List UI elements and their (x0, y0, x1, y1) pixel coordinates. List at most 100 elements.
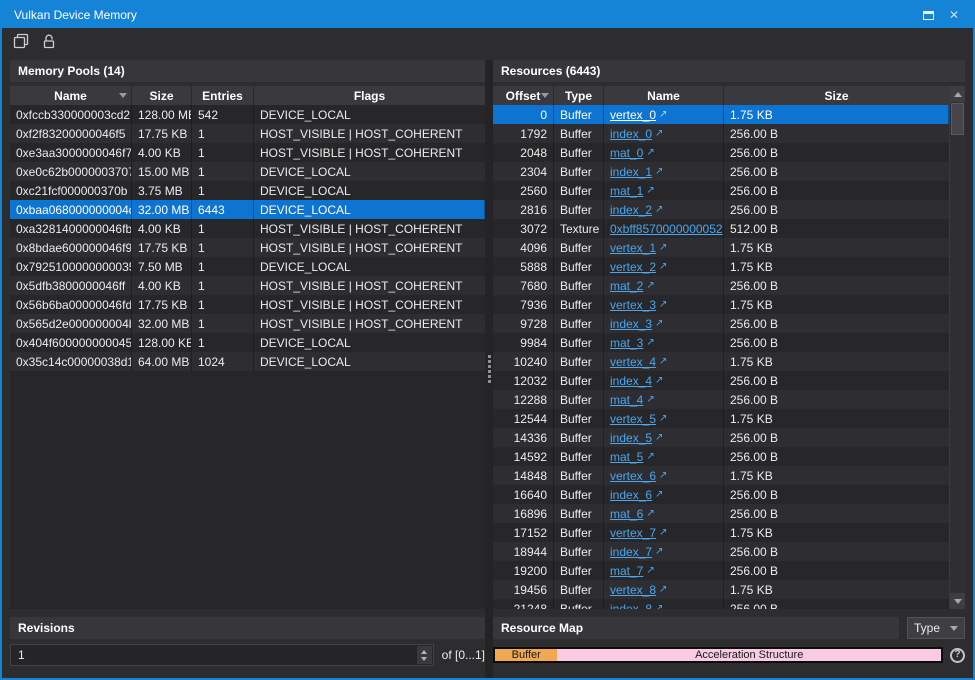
resource-link[interactable]: mat_5 (610, 450, 643, 464)
column-header-entries[interactable]: Entries (192, 86, 254, 105)
resource-link[interactable]: vertex_6 (610, 469, 656, 483)
resource-row[interactable]: 0Buffervertex_0↗1.75 KB (493, 105, 949, 124)
resource-row[interactable]: 9984Buffermat_3↗256.00 B (493, 333, 949, 352)
resource-map-segment[interactable]: Buffer (495, 649, 557, 661)
restore-window-button[interactable] (915, 5, 941, 25)
goto-resource-icon[interactable]: ↗ (655, 432, 663, 443)
resource-link[interactable]: index_2 (610, 203, 652, 217)
resource-map-segment[interactable]: Acceleration Structure (557, 649, 941, 661)
goto-resource-icon[interactable]: ↗ (655, 204, 663, 215)
memory-pool-row[interactable]: 0x79251000000000357.50 MB1DEVICE_LOCAL (10, 257, 485, 276)
column-header-name[interactable]: Name (10, 86, 132, 105)
resource-row[interactable]: 21248Bufferindex_8↗256.00 B (493, 599, 949, 609)
resource-row[interactable]: 5888Buffervertex_2↗1.75 KB (493, 257, 949, 276)
resource-link[interactable]: index_7 (610, 545, 652, 559)
goto-resource-icon[interactable]: ↗ (646, 565, 654, 576)
column-header-flags[interactable]: Flags (254, 86, 485, 105)
resource-link[interactable]: index_8 (610, 602, 652, 610)
panel-splitter[interactable] (485, 60, 493, 678)
resource-row[interactable]: 16640Bufferindex_6↗256.00 B (493, 485, 949, 504)
goto-resource-icon[interactable]: ↗ (646, 508, 654, 519)
goto-resource-icon[interactable]: ↗ (646, 280, 654, 291)
resource-row[interactable]: 2560Buffermat_1↗256.00 B (493, 181, 949, 200)
memory-pool-row[interactable]: 0xe3aa3000000046f74.00 KB1HOST_VISIBLE |… (10, 143, 485, 162)
goto-resource-icon[interactable]: ↗ (659, 299, 667, 310)
resource-link[interactable]: vertex_2 (610, 260, 656, 274)
resource-link[interactable]: mat_7 (610, 564, 643, 578)
revision-value[interactable]: 1 (12, 648, 417, 662)
resource-row[interactable]: 9728Bufferindex_3↗256.00 B (493, 314, 949, 333)
resource-row[interactable]: 14848Buffervertex_6↗1.75 KB (493, 466, 949, 485)
revision-spinbox[interactable]: 1 (10, 644, 434, 666)
goto-resource-icon[interactable]: ↗ (646, 451, 654, 462)
column-header-name[interactable]: Name (604, 86, 724, 105)
column-header-size[interactable]: Size (132, 86, 192, 105)
goto-resource-icon[interactable]: ↗ (655, 489, 663, 500)
memory-pool-row[interactable]: 0xc21fcf000000370b3.75 MB1DEVICE_LOCAL (10, 181, 485, 200)
resource-row[interactable]: 2304Bufferindex_1↗256.00 B (493, 162, 949, 181)
scrollbar-track[interactable] (950, 136, 965, 593)
goto-resource-icon[interactable]: ↗ (659, 261, 667, 272)
resource-link[interactable]: index_1 (610, 165, 652, 179)
title-bar[interactable]: Vulkan Device Memory ✕ (2, 2, 973, 28)
resource-link[interactable]: index_6 (610, 488, 652, 502)
resource-map-mode-dropdown[interactable]: Type (907, 617, 965, 639)
resource-map-bar[interactable]: BufferAcceleration Structure (493, 647, 943, 663)
resource-link[interactable]: mat_2 (610, 279, 643, 293)
resource-row[interactable]: 12032Bufferindex_4↗256.00 B (493, 371, 949, 390)
goto-resource-icon[interactable]: ↗ (659, 356, 667, 367)
resource-link[interactable]: mat_1 (610, 184, 643, 198)
resource-row[interactable]: 18944Bufferindex_7↗256.00 B (493, 542, 949, 561)
resource-row[interactable]: 19456Buffervertex_8↗1.75 KB (493, 580, 949, 599)
resource-link[interactable]: mat_4 (610, 393, 643, 407)
resource-row[interactable]: 2048Buffermat_0↗256.00 B (493, 143, 949, 162)
scroll-down-button[interactable] (950, 593, 965, 609)
memory-pool-row[interactable]: 0xa3281400000046fb4.00 KB1HOST_VISIBLE |… (10, 219, 485, 238)
resource-link[interactable]: vertex_1 (610, 241, 656, 255)
close-window-button[interactable]: ✕ (941, 5, 967, 25)
goto-resource-icon[interactable]: ↗ (646, 147, 654, 158)
goto-resource-icon[interactable]: ↗ (655, 128, 663, 139)
resource-link[interactable]: mat_0 (610, 146, 643, 160)
memory-pool-row[interactable]: 0xf2f83200000046f517.75 KB1HOST_VISIBLE … (10, 124, 485, 143)
goto-resource-icon[interactable]: ↗ (655, 603, 663, 609)
resource-row[interactable]: 17152Buffervertex_7↗1.75 KB (493, 523, 949, 542)
resource-link[interactable]: index_0 (610, 127, 652, 141)
vertical-scrollbar[interactable] (949, 86, 965, 609)
resource-link[interactable]: vertex_3 (610, 298, 656, 312)
resource-row[interactable]: 19200Buffermat_7↗256.00 B (493, 561, 949, 580)
memory-pool-row[interactable]: 0x404f600000000045128.00 KB1DEVICE_LOCAL (10, 333, 485, 352)
resource-link[interactable]: vertex_0 (610, 108, 656, 122)
resource-row[interactable]: 14336Bufferindex_5↗256.00 B (493, 428, 949, 447)
goto-resource-icon[interactable]: ↗ (655, 546, 663, 557)
goto-resource-icon[interactable]: ↗ (659, 242, 667, 253)
resource-row[interactable]: 2816Bufferindex_2↗256.00 B (493, 200, 949, 219)
resource-link[interactable]: index_4 (610, 374, 652, 388)
revision-stepper[interactable] (417, 646, 432, 664)
resource-row[interactable]: 1792Bufferindex_0↗256.00 B (493, 124, 949, 143)
resource-link[interactable]: vertex_8 (610, 583, 656, 597)
memory-pool-row[interactable]: 0xbaa068000000004d32.00 MB6443DEVICE_LOC… (10, 200, 485, 219)
resource-row[interactable]: 3072Texture0xbff8570000000052↗512.00 B (493, 219, 949, 238)
memory-pool-row[interactable]: 0x8bdae600000046f917.75 KB1HOST_VISIBLE … (10, 238, 485, 257)
goto-resource-icon[interactable]: ↗ (659, 584, 667, 595)
column-header-type[interactable]: Type (554, 86, 604, 105)
resource-link[interactable]: index_5 (610, 431, 652, 445)
goto-resource-icon[interactable]: ↗ (655, 166, 663, 177)
resource-link[interactable]: vertex_4 (610, 355, 656, 369)
scroll-up-button[interactable] (950, 86, 965, 102)
goto-resource-icon[interactable]: ↗ (646, 394, 654, 405)
column-header-size[interactable]: Size (724, 86, 949, 105)
resource-link[interactable]: vertex_5 (610, 412, 656, 426)
memory-pool-row[interactable]: 0x565d2e000000004b32.00 MB1HOST_VISIBLE … (10, 314, 485, 333)
resource-row[interactable]: 12288Buffermat_4↗256.00 B (493, 390, 949, 409)
column-header-offset[interactable]: Offset (493, 86, 554, 105)
resource-row[interactable]: 14592Buffermat_5↗256.00 B (493, 447, 949, 466)
memory-pool-row[interactable]: 0xe0c62b000000370715.00 MB1DEVICE_LOCAL (10, 162, 485, 181)
resource-link[interactable]: mat_6 (610, 507, 643, 521)
resource-row[interactable]: 10240Buffervertex_4↗1.75 KB (493, 352, 949, 371)
resource-row[interactable]: 7936Buffervertex_3↗1.75 KB (493, 295, 949, 314)
memory-pool-row[interactable]: 0x35c14c00000038d164.00 MB1024DEVICE_LOC… (10, 352, 485, 371)
help-button[interactable]: ? (950, 648, 965, 663)
resource-link[interactable]: 0xbff8570000000052 (610, 222, 723, 236)
